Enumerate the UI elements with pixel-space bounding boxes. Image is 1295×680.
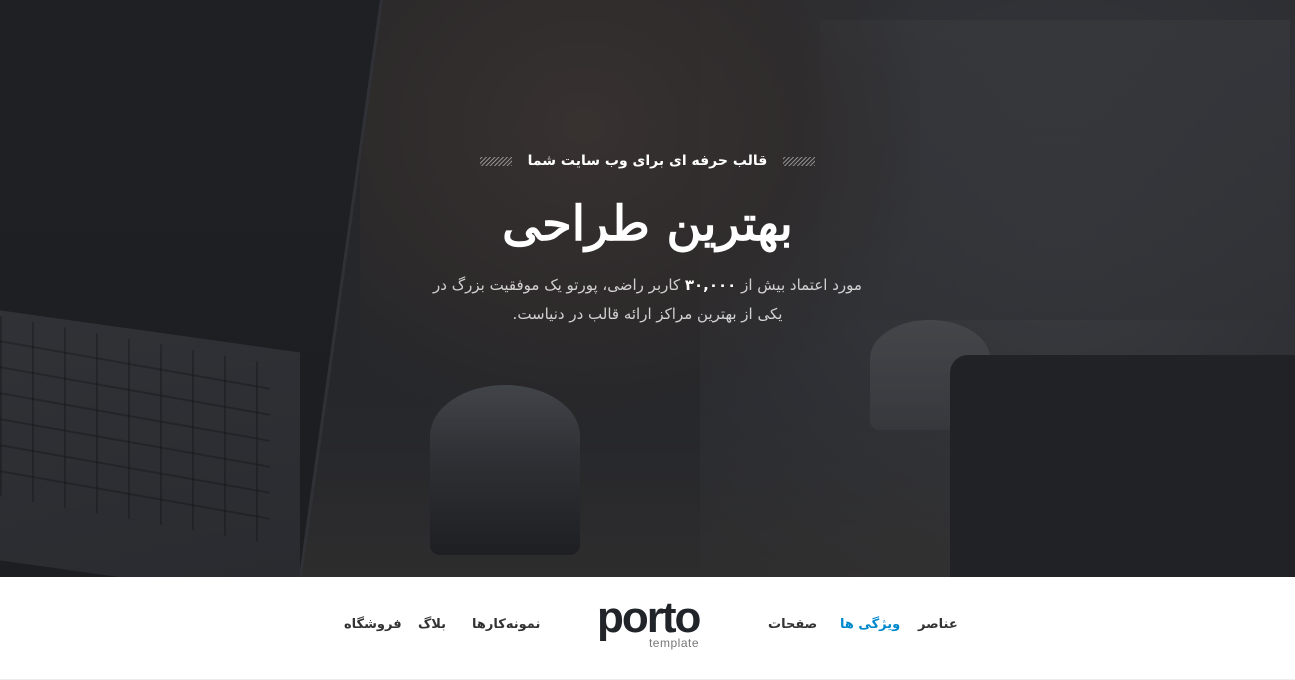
hero-description: مورد اعتماد بیش از ۳۰,۰۰۰ کاربر راضی، پو… bbox=[422, 271, 873, 329]
logo-subtitle: template bbox=[648, 636, 699, 650]
nav-item-blog[interactable]: بلاگ bbox=[418, 617, 446, 632]
porto-logo[interactable]: porto template bbox=[597, 593, 701, 655]
main-navbar: فروشگاه بلاگ نمونه‌کارها porto template … bbox=[0, 577, 1295, 680]
hero-headline: بهترین طراحی bbox=[502, 196, 793, 252]
nav-item-portfolio[interactable]: نمونه‌کارها bbox=[472, 617, 540, 632]
decorative-stripe-right bbox=[783, 156, 816, 166]
tagline-row: قالب حرفه ای برای وب سایت شما bbox=[0, 153, 1295, 169]
nav-item-shop[interactable]: فروشگاه bbox=[344, 617, 402, 632]
hero-section: قالب حرفه ای برای وب سایت شما بهترین طرا… bbox=[0, 0, 1295, 577]
hero-tagline: قالب حرفه ای برای وب سایت شما bbox=[527, 153, 768, 169]
hero-description-before: مورد اعتماد بیش از bbox=[736, 276, 862, 294]
hero-description-highlight: ۳۰,۰۰۰ bbox=[684, 276, 737, 294]
nav-item-pages[interactable]: صفحات bbox=[768, 617, 817, 632]
hero-content: قالب حرفه ای برای وب سایت شما بهترین طرا… bbox=[0, 0, 1295, 577]
nav-item-elements[interactable]: عناصر bbox=[918, 617, 958, 632]
nav-item-features[interactable]: ویژگی ها bbox=[840, 617, 900, 632]
decorative-stripe-left bbox=[479, 156, 512, 166]
